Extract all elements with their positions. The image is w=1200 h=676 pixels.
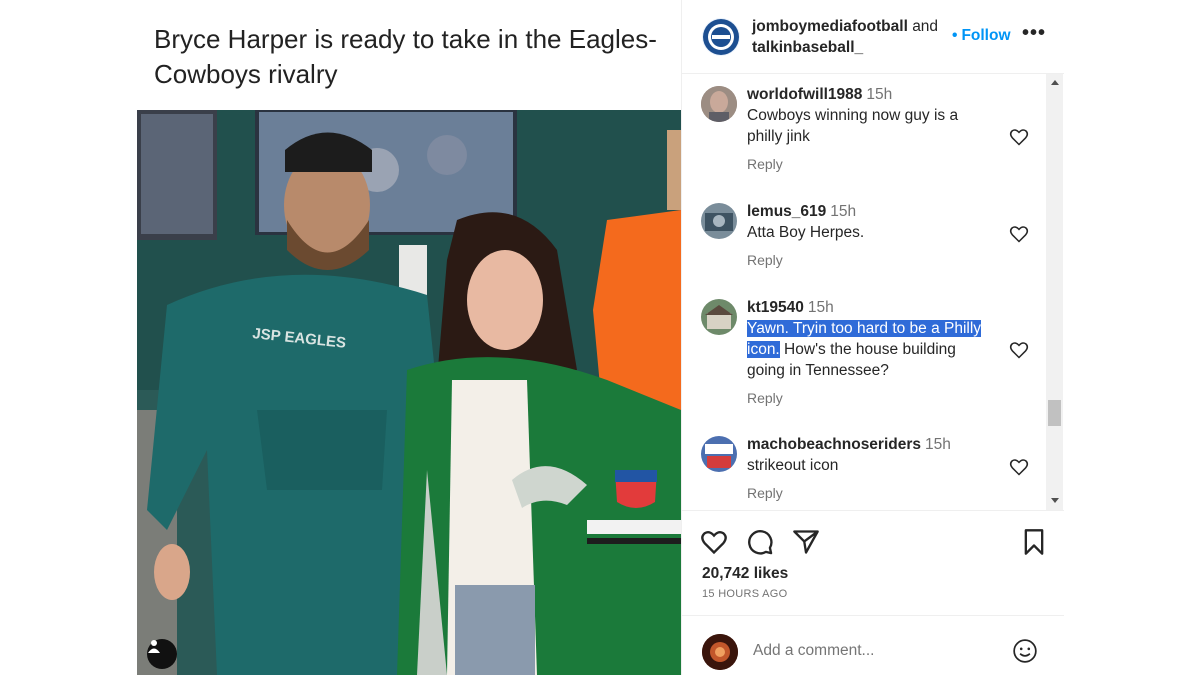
comment-body: worldofwill1988 15h Cowboys winning now g… [747,84,997,175]
reply-button[interactable]: Reply [747,250,997,271]
comment-bubble-icon[interactable] [746,528,774,556]
like-heart-icon[interactable] [700,528,728,556]
scroll-down-arrow-icon[interactable] [1051,498,1059,503]
author-avatar[interactable] [702,18,740,56]
follow-label: Follow [961,27,1011,44]
user-icon [148,640,160,653]
commenter-avatar[interactable] [701,436,737,472]
tagged-users-button[interactable] [147,639,177,669]
likes-count[interactable]: 20,742 likes [702,565,788,583]
like-comment-heart-icon[interactable] [1009,340,1029,360]
avatar-photo [701,299,737,335]
share-send-icon[interactable] [792,528,820,556]
reply-button[interactable]: Reply [747,388,997,409]
post-photo[interactable]: JSP EAGLES [137,110,681,675]
more-options-icon[interactable]: ••• [1022,22,1046,45]
author-names: jomboymediafootball and talkinbaseball_ [752,16,952,58]
commenter-avatar[interactable] [701,203,737,239]
comment-text: strikeout icon [747,457,839,474]
comment-time[interactable]: 15h [925,436,951,453]
commenter-avatar[interactable] [701,299,737,335]
jomboy-logo-icon [703,19,739,55]
comment-body: kt19540 15h Yawn. Tryin too hard to be a … [747,297,997,409]
comment-body: lemus_619 15h Atta Boy Herpes. Reply [747,201,997,271]
scroll-up-arrow-icon[interactable] [1051,80,1059,85]
avatar-photo [701,86,737,122]
author-username-1[interactable]: jomboymediafootball [752,18,908,35]
avatar-photo [701,436,737,472]
comment-text: Yawn. Tryin too hard to be a Philly icon… [747,318,997,381]
like-comment-heart-icon[interactable] [1009,127,1029,147]
comment-text: Cowboys winning now guy is a philly jink [747,107,959,145]
emoji-smiley-icon[interactable] [1012,638,1038,664]
post-header: jomboymediafootball and talkinbaseball_ … [682,0,1064,74]
comment-body: machobeachnoseriders 15h strikeout icon R… [747,434,997,504]
reply-button[interactable]: Reply [747,154,997,175]
post-headline: Bryce Harper is ready to take in the Eag… [154,24,657,89]
post-panel: jomboymediafootball and talkinbaseball_ … [681,0,1064,675]
comment-text: Atta Boy Herpes. [747,224,865,241]
like-comment-heart-icon[interactable] [1009,224,1029,244]
avatar-photo [701,203,737,239]
comments-scrollbar[interactable] [1046,74,1063,510]
comment-composer [682,615,1064,676]
comment-time[interactable]: 15h [830,203,856,220]
comment-username[interactable]: kt19540 [747,299,804,316]
commenter-avatar[interactable] [701,86,737,122]
comment-time[interactable]: 15h [866,86,892,103]
comment-username[interactable]: machobeachnoseriders [747,436,921,453]
like-comment-heart-icon[interactable] [1009,457,1029,477]
add-comment-input[interactable] [753,642,993,660]
comment-time[interactable]: 15h [808,299,834,316]
reply-button[interactable]: Reply [747,483,997,504]
avatar-photo [702,634,738,670]
post-timestamp[interactable]: 15 HOURS AGO [702,588,788,600]
follow-button[interactable]: • Follow [952,27,1011,45]
scroll-thumb[interactable] [1048,400,1061,426]
current-user-avatar [702,634,738,670]
author-and: and [912,18,939,35]
author-username-2[interactable]: talkinbaseball_ [752,39,863,56]
separator-dot: • [952,27,958,44]
comment-username[interactable]: worldofwill1988 [747,86,862,103]
save-bookmark-icon[interactable] [1020,528,1048,556]
photo-illustration: JSP EAGLES [137,110,681,675]
post-actions: 20,742 likes 15 HOURS AGO [682,510,1064,611]
comment-username[interactable]: lemus_619 [747,203,826,220]
comments-list: worldofwill1988 15h Cowboys winning now g… [682,74,1052,510]
post-media: Bryce Harper is ready to take in the Eag… [137,0,681,675]
